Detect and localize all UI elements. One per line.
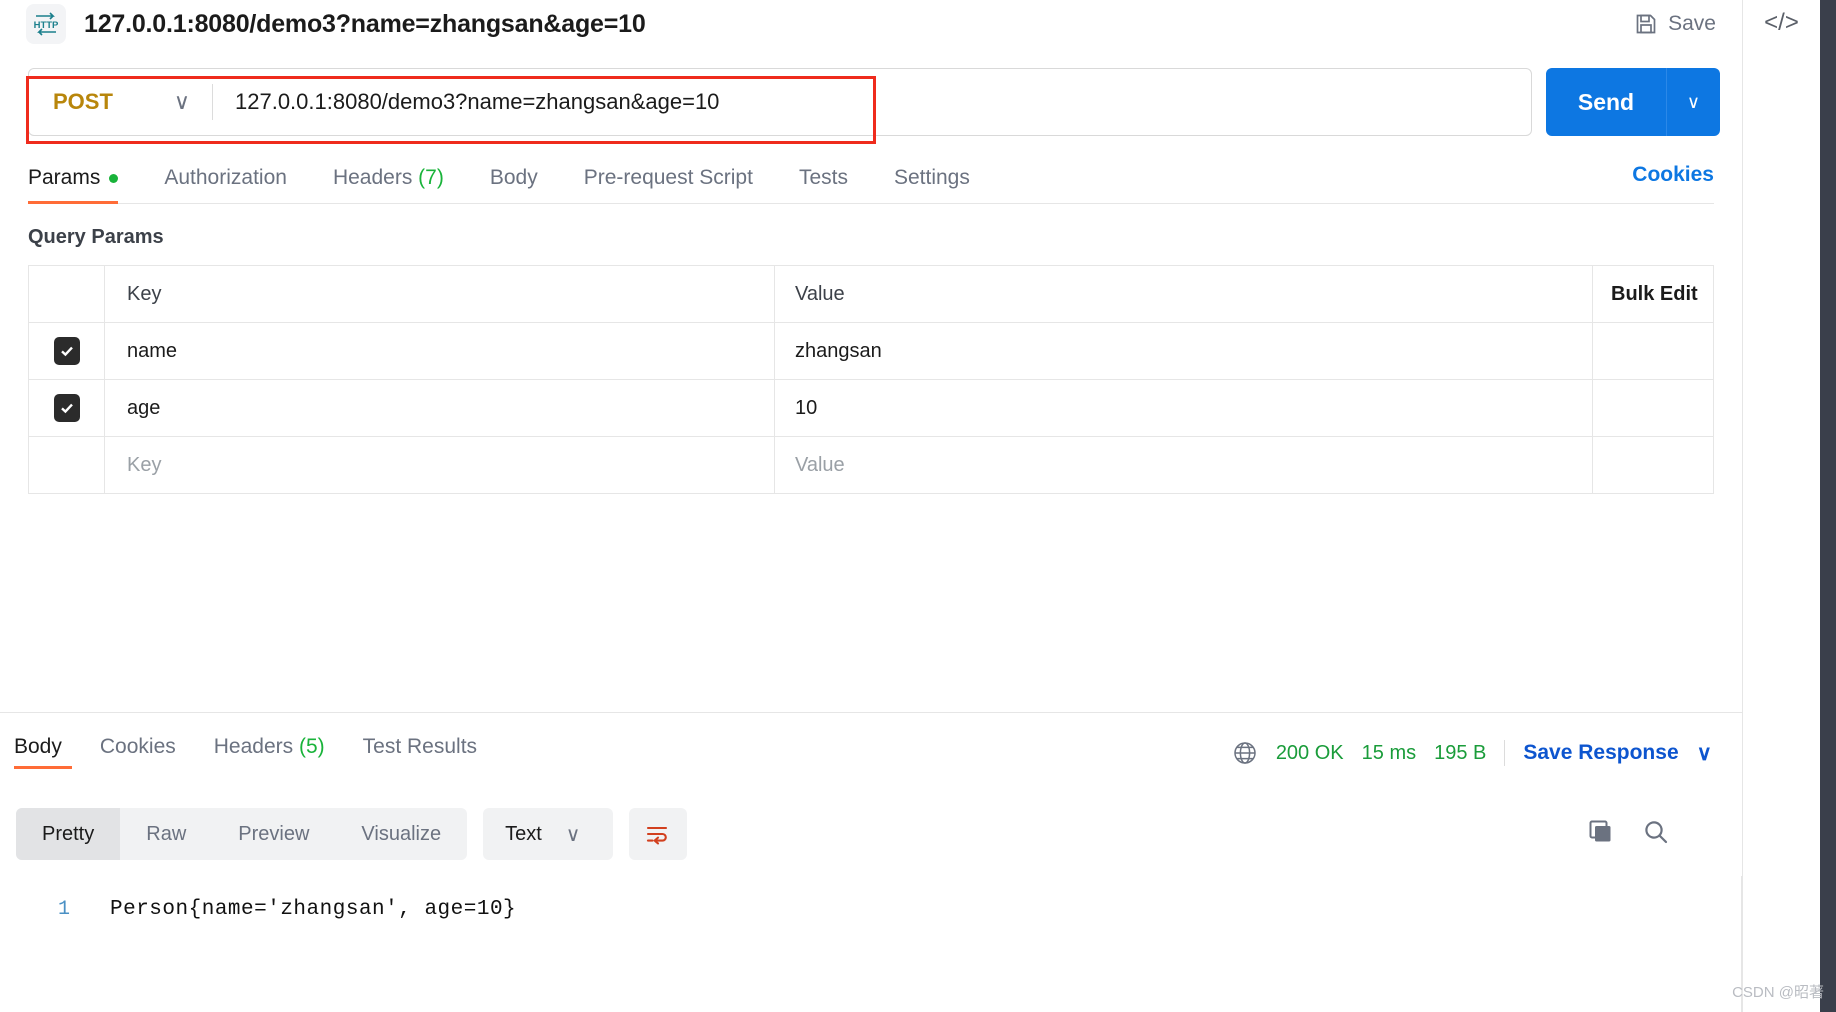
param-key-placeholder[interactable]: Key (127, 454, 161, 477)
svg-text:HTTP: HTTP (34, 20, 59, 31)
http-method-label: POST (53, 89, 113, 114)
view-mode-visualize[interactable]: Visualize (335, 808, 467, 860)
window-edge-strip (1820, 0, 1836, 1012)
floppy-disk-icon (1634, 12, 1658, 36)
bulk-edit-button[interactable]: Bulk Edit (1611, 283, 1698, 306)
param-key[interactable]: age (127, 397, 160, 420)
select-all-cell (29, 266, 105, 322)
tab-params-label: Params (28, 166, 101, 189)
code-snippet-icon[interactable]: </> (1764, 8, 1799, 38)
response-tab-headers-count: (5) (298, 735, 325, 758)
cookies-link[interactable]: Cookies (1632, 163, 1714, 200)
response-tab-body[interactable]: Body (14, 735, 72, 771)
response-tab-headers[interactable]: Headers (5) (214, 735, 325, 771)
params-modified-dot-icon (109, 173, 119, 183)
view-mode-segmented-control: Pretty Raw Preview Visualize (16, 808, 468, 860)
response-tab-cookies[interactable]: Cookies (100, 735, 176, 771)
word-wrap-button[interactable] (629, 808, 688, 860)
request-tab-bar: Params Authorization Headers (7) Body Pr… (28, 160, 1714, 204)
response-tab-headers-label: Headers (213, 735, 294, 758)
param-value[interactable]: 10 (795, 397, 817, 420)
http-method-selector[interactable]: POST ∨ (29, 69, 212, 135)
chevron-down-icon: ∨ (173, 89, 190, 114)
send-options-chevron-down-icon[interactable]: ∨ (1666, 68, 1720, 136)
top-bar-actions: Save (1624, 0, 1742, 48)
tab-params[interactable]: Params (28, 160, 119, 204)
copy-icon[interactable] (1586, 818, 1614, 846)
response-tab-body-label: Body (14, 735, 62, 758)
tab-pre-request-script-label: Pre-request Script (583, 166, 753, 189)
param-key[interactable]: name (127, 340, 177, 363)
response-time: 15 ms (1361, 741, 1417, 764)
column-header-key: Key (127, 282, 162, 305)
tab-headers-count: (7) (418, 166, 444, 189)
view-mode-pretty[interactable]: Pretty (16, 808, 121, 860)
response-body-text[interactable]: Person{name='zhangsan', age=10} (110, 898, 516, 921)
globe-icon (1232, 740, 1258, 766)
main-column: HTTP 127.0.0.1:8080/demo3?name=zhangsan&… (0, 0, 1742, 1012)
search-icon[interactable] (1642, 818, 1670, 846)
response-tab-bar: Body Cookies Headers (5) Test Results 20… (14, 735, 1742, 771)
postman-window: HTTP 127.0.0.1:8080/demo3?name=zhangsan&… (0, 0, 1836, 1012)
response-tab-cookies-label: Cookies (99, 735, 176, 758)
tab-headers[interactable]: Headers (7) (333, 160, 444, 203)
table-header-row: Key Value Bulk Edit (29, 266, 1713, 323)
save-response-chevron-down-icon[interactable]: ∨ (1697, 741, 1712, 766)
table-row: name zhangsan (29, 323, 1713, 380)
tab-authorization-label: Authorization (164, 166, 287, 189)
query-params-title: Query Params (28, 226, 164, 248)
top-bar: HTTP 127.0.0.1:8080/demo3?name=zhangsan&… (0, 0, 1742, 48)
divider (1504, 740, 1506, 766)
tab-authorization[interactable]: Authorization (164, 160, 287, 203)
tab-pre-request-script[interactable]: Pre-request Script (584, 160, 753, 203)
send-button[interactable]: Send (1546, 68, 1666, 136)
response-divider (0, 712, 1742, 713)
tab-settings[interactable]: Settings (894, 160, 970, 203)
row-checkbox-age[interactable] (53, 394, 80, 422)
line-number: 1 (58, 898, 71, 921)
right-sidebar: </> CSDN @昭著 (1732, 0, 1824, 1012)
response-format-selector[interactable]: Text ∨ (483, 808, 614, 860)
response-status-bar: 200 OK 15 ms 195 B Save Response ∨ (1232, 740, 1742, 766)
tab-settings-label: Settings (893, 166, 970, 189)
param-value[interactable]: zhangsan (795, 340, 882, 363)
response-body-actions (1586, 818, 1670, 846)
row-checkbox-empty[interactable] (29, 437, 105, 493)
tab-tests-label: Tests (798, 166, 848, 189)
request-url-row: POST ∨ Send ∨ (28, 68, 1720, 136)
view-mode-preview[interactable]: Preview (212, 808, 335, 860)
page-title: 127.0.0.1:8080/demo3?name=zhangsan&age=1… (84, 9, 646, 38)
tab-body-label: Body (489, 166, 538, 189)
row-checkbox-name[interactable] (53, 337, 80, 365)
send-group: Send ∨ (1546, 68, 1720, 136)
column-header-value: Value (795, 282, 845, 305)
save-response-button[interactable]: Save Response (1523, 741, 1678, 765)
word-wrap-icon (644, 822, 672, 846)
url-box: POST ∨ (28, 68, 1532, 136)
tab-tests[interactable]: Tests (799, 160, 848, 203)
query-params-table: Key Value Bulk Edit name zhangsan age 10… (28, 265, 1714, 494)
response-tab-test-results-label: Test Results (362, 735, 478, 758)
response-size: 195 B (1434, 741, 1487, 764)
table-row: age 10 (29, 380, 1713, 437)
view-mode-raw[interactable]: Raw (120, 808, 212, 860)
response-format-label: Text (505, 822, 542, 845)
status-code: 200 OK (1275, 741, 1344, 764)
save-button-label: Save (1668, 12, 1716, 35)
tab-body[interactable]: Body (490, 160, 538, 203)
response-tab-test-results[interactable]: Test Results (363, 735, 477, 771)
response-body-toolbar: Pretty Raw Preview Visualize Text ∨ (16, 808, 688, 860)
watermark: CSDN @昭著 (1732, 984, 1824, 1001)
chevron-down-icon: ∨ (565, 823, 581, 846)
param-value-placeholder[interactable]: Value (795, 454, 845, 477)
url-input[interactable] (213, 89, 1531, 115)
save-button[interactable]: Save (1624, 8, 1742, 40)
table-row-empty: Key Value (29, 437, 1713, 494)
http-protocol-icon: HTTP (26, 4, 66, 44)
tab-headers-label: Headers (332, 166, 413, 189)
